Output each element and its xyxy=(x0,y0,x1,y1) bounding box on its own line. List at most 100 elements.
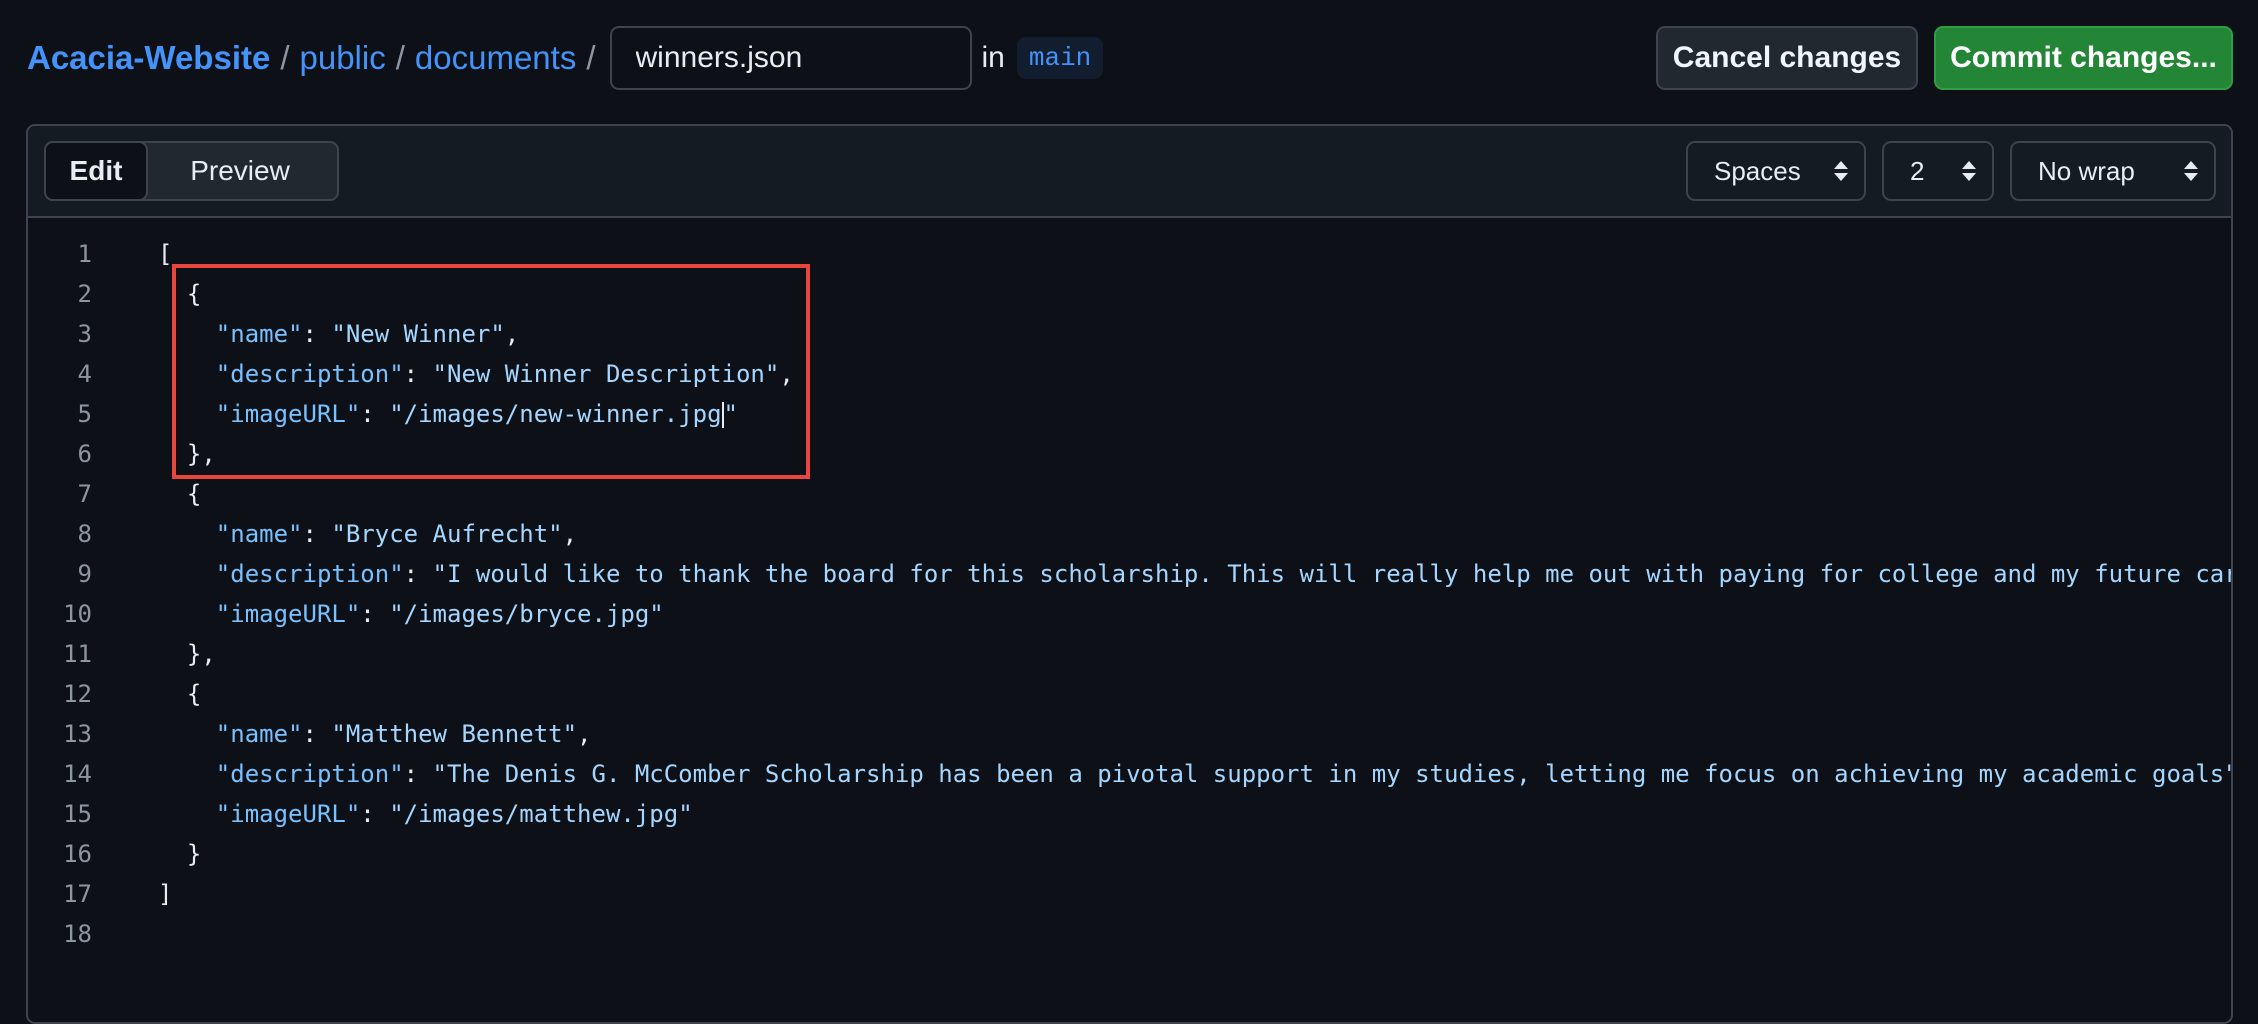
json-colon: : xyxy=(360,400,390,428)
json-punct: , xyxy=(562,520,578,548)
breadcrumb-repo-link[interactable]: Acacia-Website xyxy=(27,39,270,77)
indent-size-value: 2 xyxy=(1910,155,1925,186)
json-colon: : xyxy=(360,800,390,828)
commit-changes-button[interactable]: Commit changes... xyxy=(1934,26,2233,90)
json-string: "/images/bryce.jpg" xyxy=(389,600,664,628)
code-line[interactable]: 3 "name": "New Winner", xyxy=(28,314,2231,354)
json-punct: { xyxy=(158,480,202,508)
json-colon: : xyxy=(403,760,433,788)
code-line[interactable]: 2 { xyxy=(28,274,2231,314)
line-number: 12 xyxy=(63,680,92,708)
line-code: "name": "Matthew Bennett", xyxy=(158,720,592,748)
line-code: }, xyxy=(158,640,216,668)
code-line[interactable]: 18 xyxy=(28,914,2231,954)
line-number: 5 xyxy=(77,400,92,428)
code-line[interactable]: 7 { xyxy=(28,474,2231,514)
code-line[interactable]: 5 "imageURL": "/images/new-winner.jpg" xyxy=(28,394,2231,434)
line-code: }, xyxy=(158,440,216,468)
line-number: 4 xyxy=(77,360,92,388)
select-arrows-icon xyxy=(2184,161,2198,181)
json-key: "description" xyxy=(215,760,404,788)
tab-preview[interactable]: Preview xyxy=(160,143,320,199)
line-number: 7 xyxy=(77,480,92,508)
code-line[interactable]: 14 "description": "The Denis G. McComber… xyxy=(28,754,2231,794)
indent-mode-select[interactable]: Spaces xyxy=(1686,141,1866,201)
line-code: [ xyxy=(158,240,172,268)
json-colon: : xyxy=(302,320,332,348)
json-colon: : xyxy=(302,720,332,748)
json-key: "name" xyxy=(215,720,303,748)
code-line[interactable]: 11 }, xyxy=(28,634,2231,674)
json-punct: ] xyxy=(158,880,173,908)
json-string: "/images/matthew.jpg" xyxy=(389,800,693,828)
in-label: in xyxy=(981,41,1005,74)
code-line[interactable]: 8 "name": "Bryce Aufrecht", xyxy=(28,514,2231,554)
breadcrumb-documents-link[interactable]: documents xyxy=(415,39,576,77)
tab-edit[interactable]: Edit xyxy=(44,141,148,201)
code-line[interactable]: 1[ xyxy=(28,234,2231,274)
code-editor[interactable]: 1[2 {3 "name": "New Winner", 4 "descripti… xyxy=(28,220,2231,1022)
json-punct: { xyxy=(158,280,202,308)
indent-size-select[interactable]: 2 xyxy=(1882,141,1994,201)
json-punct: } xyxy=(158,840,202,868)
json-punct: , xyxy=(504,320,520,348)
line-number: 16 xyxy=(63,840,92,868)
line-number: 11 xyxy=(63,640,92,668)
line-number: 2 xyxy=(77,280,92,308)
line-number: 14 xyxy=(63,760,92,788)
json-punct: , xyxy=(577,720,592,748)
json-punct: , xyxy=(779,360,794,388)
breadcrumb-separator: / xyxy=(586,39,596,76)
code-line[interactable]: 12 { xyxy=(28,674,2231,714)
line-number: 18 xyxy=(63,920,92,948)
line-code: "imageURL": "/images/new-winner.jpg" xyxy=(158,400,738,428)
code-line[interactable]: 16 } xyxy=(28,834,2231,874)
json-colon: : xyxy=(403,360,433,388)
json-string: "Bryce Aufrecht" xyxy=(331,520,563,548)
line-code: } xyxy=(158,840,201,868)
json-string: " xyxy=(723,400,738,428)
json-string: "New Winner Description" xyxy=(432,360,780,388)
json-string: "Matthew Bennett" xyxy=(331,720,578,748)
wrap-mode-select[interactable]: No wrap xyxy=(2010,141,2216,201)
line-number: 10 xyxy=(63,600,92,628)
code-line[interactable]: 4 "description": "New Winner Description… xyxy=(28,354,2231,394)
json-key: "description" xyxy=(215,560,404,588)
code-line[interactable]: 13 "name": "Matthew Bennett", xyxy=(28,714,2231,754)
json-key: "name" xyxy=(215,320,303,348)
line-number: 15 xyxy=(63,800,92,828)
filename-input[interactable] xyxy=(609,26,972,90)
breadcrumb-public-link[interactable]: public xyxy=(300,39,386,77)
line-code: "name": "Bryce Aufrecht", xyxy=(158,520,577,548)
code-line[interactable]: 6 }, xyxy=(28,434,2231,474)
line-code: "name": "New Winner", xyxy=(158,320,519,348)
json-punct: { xyxy=(158,680,202,708)
cancel-changes-button[interactable]: Cancel changes xyxy=(1656,26,1918,90)
code-line[interactable]: 10 "imageURL": "/images/bryce.jpg" xyxy=(28,594,2231,634)
editor-toolbar: Edit Preview Spaces 2 No wrap xyxy=(28,126,2231,218)
select-arrows-icon xyxy=(1834,161,1848,181)
code-line[interactable]: 9 "description": "I would like to thank … xyxy=(28,554,2231,594)
breadcrumb-separator: / xyxy=(280,39,290,76)
line-number: 9 xyxy=(77,560,92,588)
line-code: { xyxy=(158,480,201,508)
line-number: 1 xyxy=(77,240,92,268)
branch-badge: main xyxy=(1016,37,1104,79)
code-line[interactable]: 17] xyxy=(28,874,2231,914)
edit-preview-tabs: Edit Preview xyxy=(44,141,339,201)
code-line[interactable]: 15 "imageURL": "/images/matthew.jpg" xyxy=(28,794,2231,834)
json-punct: }, xyxy=(158,440,216,468)
select-arrows-icon xyxy=(1962,161,1976,181)
json-key: "name" xyxy=(215,520,303,548)
line-number: 6 xyxy=(77,440,92,468)
wrap-mode-value: No wrap xyxy=(2038,155,2135,186)
indent-mode-value: Spaces xyxy=(1714,155,1801,186)
json-key: "description" xyxy=(215,360,404,388)
json-colon: : xyxy=(302,520,332,548)
